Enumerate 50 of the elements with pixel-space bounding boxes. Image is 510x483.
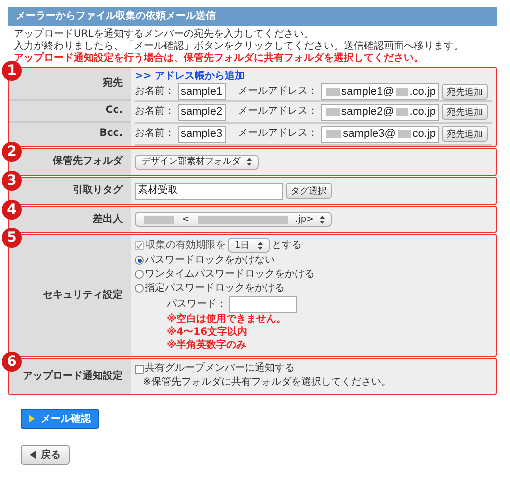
- field-label: Cc.: [106, 105, 123, 117]
- notify-label: 共有グループメンバーに通知する: [145, 363, 295, 375]
- step-badge: 4: [2, 200, 22, 220]
- name-label: お名前：: [135, 86, 175, 98]
- radio-label: ワンタイムパスワードロックをかける: [145, 268, 315, 280]
- name-field[interactable]: sample2: [178, 104, 226, 120]
- radio-label: パスワードロックをかけない: [145, 254, 275, 266]
- email-label: メールアドレス：: [238, 128, 318, 140]
- field-label: Bcc.: [100, 128, 123, 140]
- instruction-text: 入力が終わりましたら、「メール確認」ボタンをクリックしてください。送信確認画面へ移ります。: [13, 41, 465, 52]
- add-recipient-button[interactable]: 宛先追加: [442, 84, 488, 100]
- folder-select[interactable]: デザイン部素材フォルダ: [135, 154, 259, 170]
- email-label: メールアドレス：: [238, 106, 318, 118]
- page-header: メーラーからファイル収集の依頼メール送信: [8, 7, 497, 26]
- email-field[interactable]: sample2@ .co.jp: [321, 104, 439, 120]
- expiry-label: 収集の有効期限を: [146, 240, 226, 252]
- name-label: お名前：: [135, 106, 175, 118]
- name-label: お名前：: [135, 128, 175, 140]
- name-field[interactable]: sample3: [178, 126, 226, 142]
- instruction-text: アップロードURLを通知するメンバーの宛先を入力してください。: [13, 29, 315, 40]
- password-rule-note: ※半角英数字のみ: [166, 340, 248, 352]
- sender-select[interactable]: < .jp>: [135, 212, 332, 227]
- step-badge: 1: [2, 61, 22, 81]
- email-field[interactable]: sample3@ co.jp: [321, 126, 439, 142]
- tag-field[interactable]: 素材受取: [135, 182, 283, 200]
- back-button[interactable]: 戻る: [21, 445, 70, 465]
- step-badge: 5: [2, 228, 22, 248]
- step-badge: 2: [2, 142, 22, 162]
- expiry-suffix: とする: [272, 240, 302, 252]
- address-book-link[interactable]: >> アドレス帳から追加: [135, 71, 492, 83]
- field-label: 保管先フォルダ: [53, 156, 123, 168]
- mail-confirm-button[interactable]: メール確認: [21, 409, 99, 429]
- email-field[interactable]: sample1@ .co.jp: [321, 83, 439, 100]
- password-rule-note: ※空白は使用できません。: [166, 314, 288, 326]
- password-label: パスワード：: [167, 298, 227, 310]
- password-rule-note: ※4〜16文字以内: [166, 327, 249, 339]
- tag-select-button[interactable]: タグ選択: [286, 183, 332, 199]
- email-label: メールアドレス：: [238, 86, 318, 98]
- field-label: セキュリティ設定: [43, 290, 123, 302]
- field-label: アップロード通知設定: [23, 370, 123, 382]
- radio-label: 指定パスワードロックをかける: [145, 282, 285, 294]
- add-recipient-button[interactable]: 宛先追加: [442, 126, 488, 142]
- add-recipient-button[interactable]: 宛先追加: [442, 104, 488, 120]
- field-label: 差出人: [93, 214, 123, 226]
- step-badge: 6: [2, 352, 22, 372]
- notify-note: ※保管先フォルダに共有フォルダを選択してください。: [143, 377, 392, 389]
- step-badge: 3: [2, 171, 22, 191]
- field-label: 宛先: [103, 78, 123, 90]
- name-field[interactable]: sample1: [178, 83, 226, 100]
- field-label: 引取りタグ: [73, 185, 123, 197]
